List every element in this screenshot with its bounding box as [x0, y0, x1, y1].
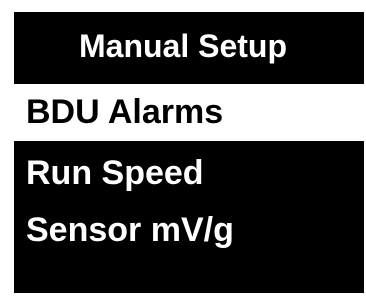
page-title: Manual Setup — [78, 28, 287, 64]
display-screen: Manual Setup BDU Alarms Run Speed Sensor… — [14, 12, 364, 293]
menu-item-sensor-mv-g[interactable]: Sensor mV/g — [14, 202, 364, 259]
menu-item-bdu-alarms[interactable]: BDU Alarms — [14, 84, 364, 141]
menu-item-run-speed[interactable]: Run Speed — [14, 145, 364, 202]
